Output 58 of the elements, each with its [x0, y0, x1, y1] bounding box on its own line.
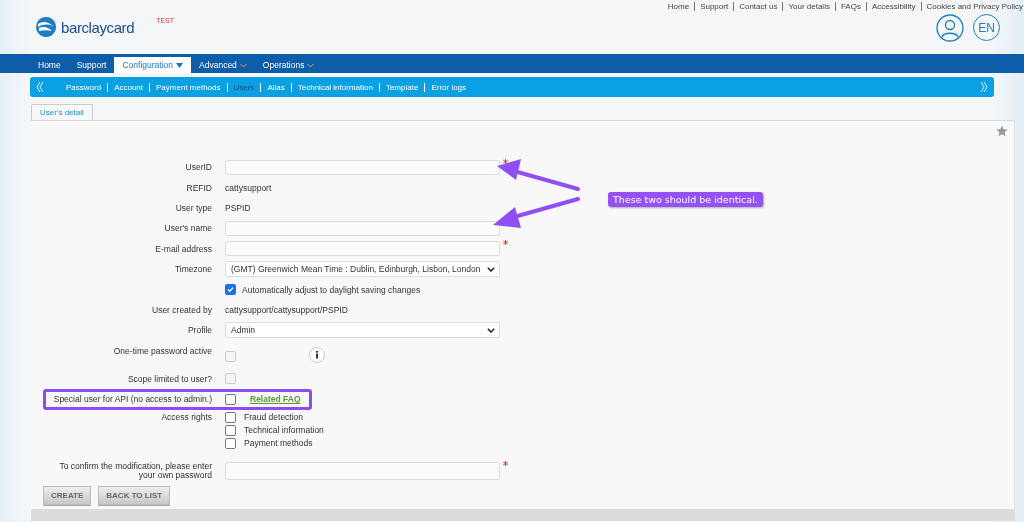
dropdown[interactable]: (GMT) Greenwich Mean Time : Dublin, Edinburgh, Lisbon, London: [225, 261, 500, 278]
input-field[interactable]: [225, 241, 500, 257]
checkbox-label: Fraud detection: [244, 412, 304, 423]
field-label: Access rights: [161, 411, 212, 422]
nav-tab[interactable]: Operations: [254, 57, 323, 73]
tab[interactable]: User's detail: [31, 104, 93, 120]
back-button[interactable]: BACK TO LIST: [98, 485, 171, 505]
password-field[interactable]: [225, 461, 500, 480]
user-icon[interactable]: [936, 14, 964, 42]
scroll-right-icon[interactable]: [980, 81, 988, 93]
dropdown[interactable]: Admin: [225, 322, 500, 339]
logo-text[interactable]: barclaycard: [61, 18, 135, 36]
checkbox[interactable]: [225, 284, 236, 296]
field-label: User's name: [164, 223, 212, 234]
field-label: User created by: [152, 304, 212, 315]
checkbox[interactable]: [225, 437, 236, 449]
field-label: User type: [175, 202, 212, 213]
field-value: PSPID: [225, 202, 251, 213]
top-link[interactable]: FAQs: [834, 2, 866, 11]
input-field[interactable]: [225, 220, 500, 236]
field-value: cattysupport: [225, 182, 272, 193]
caret-icon: [239, 62, 247, 68]
create-button[interactable]: CREATE: [43, 485, 92, 505]
scroll-left-icon[interactable]: [36, 81, 44, 93]
checkbox-label: Automatically adjust to daylight saving changes: [242, 284, 421, 295]
chevron-down-icon: [487, 266, 495, 272]
field-label: E-mail address: [155, 243, 212, 254]
field-label: Scope limited to user?: [127, 373, 212, 384]
field-label: Timezone: [175, 264, 212, 275]
field-label: Profile: [187, 325, 212, 336]
checkbox[interactable]: [225, 393, 236, 405]
field-label: REFID: [186, 182, 212, 193]
annotation-callout: These two should be identical.: [608, 192, 763, 207]
field-label: Special user for API (no access to admin.): [53, 394, 212, 405]
nav-tab[interactable]: Advanced: [191, 57, 255, 73]
star-icon[interactable]: [996, 125, 1008, 137]
checkbox-label: Payment methods: [244, 438, 313, 449]
input-field[interactable]: [225, 159, 500, 175]
checkbox-label: Technical information: [244, 425, 324, 436]
logo-icon: [33, 16, 59, 38]
top-link[interactable]: Contact us: [733, 2, 783, 11]
field-label: UserID: [185, 162, 212, 173]
nav-tab[interactable]: Configuration: [114, 57, 192, 73]
nav-tab[interactable]: Support: [68, 57, 115, 73]
caret-icon: [176, 62, 184, 68]
caret-icon: [307, 62, 315, 68]
top-link[interactable]: Home: [662, 2, 695, 11]
top-link[interactable]: Your details: [782, 2, 835, 11]
checkbox[interactable]: [225, 424, 236, 436]
field-label: One-time password active: [113, 345, 212, 356]
field-label: To confirm the modification, please enter your own password: [58, 461, 212, 480]
top-link[interactable]: Cookies and Privacy Policy: [920, 2, 1024, 11]
top-link[interactable]: Support: [694, 2, 734, 11]
checkbox[interactable]: [225, 411, 236, 423]
nav-tab[interactable]: Home: [30, 57, 69, 73]
chevron-down-icon: [487, 327, 495, 333]
top-link[interactable]: Accessibility: [865, 2, 921, 11]
field-value: cattysupport/cattysupport/PSPID: [225, 304, 348, 315]
